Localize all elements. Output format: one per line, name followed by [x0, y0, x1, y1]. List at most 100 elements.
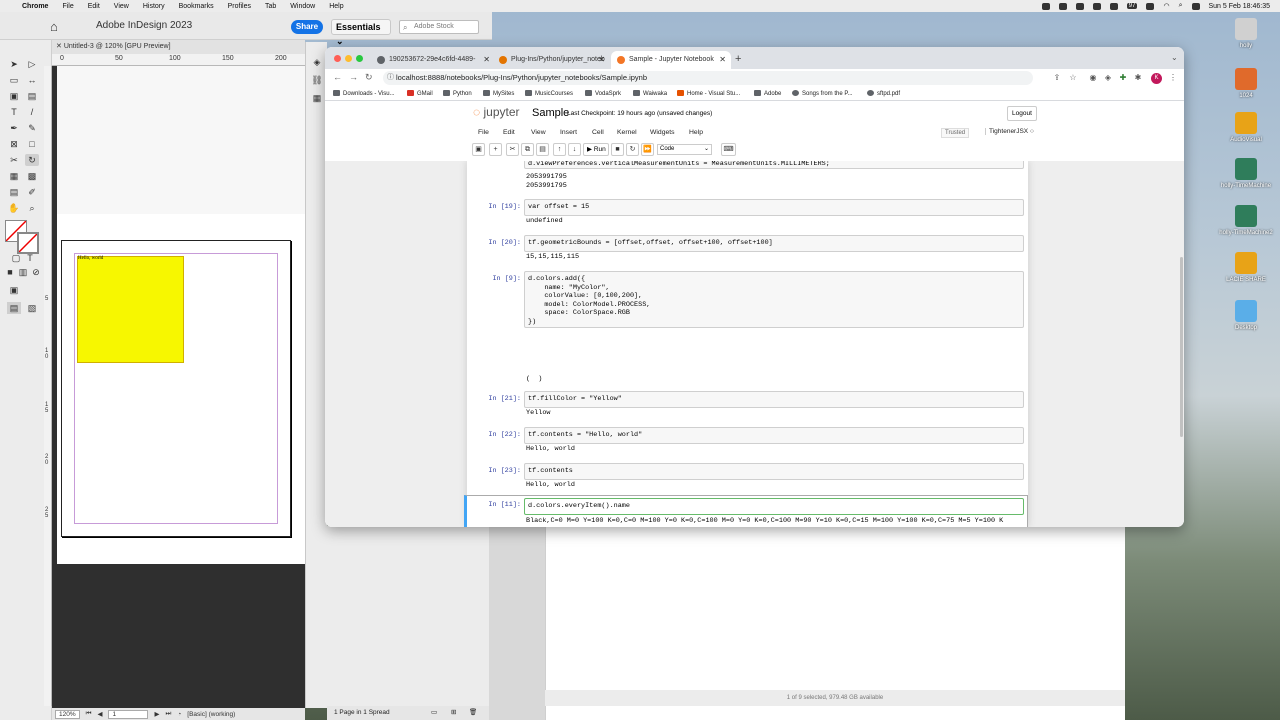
pen-tool-icon[interactable]: ✒: [7, 122, 21, 134]
close-icon[interactable]: ✕: [598, 51, 605, 69]
yellow-text-frame[interactable]: [77, 256, 184, 363]
bookmark-item[interactable]: Waiwaka: [633, 90, 667, 97]
status-icon[interactable]: [1146, 2, 1155, 10]
reload-icon[interactable]: ↻: [365, 72, 373, 83]
cell-input[interactable]: tf.contents = "Hello, world": [524, 427, 1024, 444]
chrome-tab[interactable]: Plug-Ins/Python/jupyter_noteb ✕: [493, 51, 610, 69]
cell-input[interactable]: var offset = 15: [524, 199, 1024, 216]
desktop-icon-1024[interactable]: 1024: [1216, 68, 1276, 99]
bookmark-item[interactable]: Songs from the P...: [792, 90, 853, 97]
notebook-name[interactable]: Sample: [532, 107, 569, 119]
code-cell[interactable]: In [20]: tf.geometricBounds = [offset,of…: [467, 235, 1028, 265]
status-icon[interactable]: [1041, 2, 1050, 10]
notebook-container[interactable]: d.viewPreferences.verticalMeasurementUni…: [325, 161, 1184, 527]
close-icon[interactable]: ✕: [483, 51, 490, 69]
cell-input[interactable]: d.viewPreferences.verticalMeasurementUni…: [524, 161, 1024, 169]
desktop-icon-desktop[interactable]: Desktop: [1216, 300, 1276, 331]
menu-widgets[interactable]: Widgets: [650, 129, 675, 136]
extension-icon[interactable]: ◉: [1088, 73, 1098, 83]
logout-button[interactable]: Logout: [1007, 106, 1037, 121]
menu-file[interactable]: File: [62, 3, 73, 10]
menu-view[interactable]: View: [531, 129, 546, 136]
zoom-field[interactable]: 120%: [55, 709, 80, 719]
bookmark-item[interactable]: Home - Visual Stu...: [677, 90, 740, 97]
normal-view-icon[interactable]: ▤: [7, 302, 21, 314]
code-cell[interactable]: In [23]: tf.contents Hello, world: [467, 463, 1028, 493]
run-button[interactable]: ▶ Run: [583, 143, 609, 156]
edit-page-size-icon[interactable]: ▭: [431, 706, 437, 720]
desktop-icon-lacie[interactable]: LACIE SHARE: [1216, 252, 1276, 283]
stock-search-input[interactable]: ⌕ Adobe Stock: [399, 20, 479, 34]
chrome-tab-active[interactable]: Sample - Jupyter Notebook ✕: [611, 51, 731, 69]
jupyter-logo[interactable]: ◌ jupyter: [473, 105, 520, 119]
scrollbar-thumb[interactable]: [1180, 257, 1183, 437]
bookmark-item[interactable]: Python: [443, 90, 472, 97]
free-transform-tool-icon[interactable]: ↻: [25, 154, 39, 166]
menu-edit[interactable]: Edit: [503, 129, 515, 136]
menu-help[interactable]: Help: [329, 3, 343, 10]
desktop-icon-timemachine2[interactable]: holly-TimeMachine2: [1216, 205, 1276, 236]
insert-cell-icon[interactable]: +: [489, 143, 502, 156]
type-tool-icon[interactable]: T: [7, 106, 21, 118]
cell-input[interactable]: d.colors.everyItem().name: [524, 498, 1024, 515]
chrome-tab[interactable]: 190253672-29e4c6fd-4489- ✕: [371, 51, 495, 69]
wifi-icon[interactable]: ◠: [1163, 2, 1169, 10]
close-window-button[interactable]: [334, 55, 341, 62]
paste-icon[interactable]: ▤: [536, 143, 549, 156]
status-icon[interactable]: [1075, 2, 1084, 10]
gradient-feather-tool-icon[interactable]: ▩: [25, 170, 39, 182]
back-icon[interactable]: ←: [333, 72, 342, 82]
apply-gradient-icon[interactable]: ▥: [16, 266, 30, 278]
share-icon[interactable]: ⇪: [1052, 73, 1062, 83]
document-tab[interactable]: ✕ Untitled-3 @ 120% [GPU Preview]: [52, 40, 305, 54]
bookmark-item[interactable]: MusicCourses: [525, 90, 573, 97]
interrupt-icon[interactable]: ■: [611, 143, 624, 156]
menubar-clock[interactable]: Sun 5 Feb 18:46:35: [1209, 3, 1271, 10]
menu-kernel[interactable]: Kernel: [617, 129, 637, 136]
kernel-indicator[interactable]: TightenerJSX ○: [985, 128, 1034, 135]
code-cell[interactable]: In [21]: tf.fillColor = "Yellow" Yellow: [467, 391, 1028, 421]
direct-selection-tool-icon[interactable]: ▷: [25, 58, 39, 70]
bookmark-item[interactable]: MySites: [483, 90, 514, 97]
home-icon[interactable]: ⌂: [50, 19, 58, 34]
menu-file[interactable]: File: [478, 129, 489, 136]
pencil-tool-icon[interactable]: ✎: [25, 122, 39, 134]
menu-profiles[interactable]: Profiles: [228, 3, 251, 10]
frame-text[interactable]: Hello, world: [78, 256, 103, 261]
cell-input[interactable]: tf.geometricBounds = [offset,offset, off…: [524, 235, 1024, 252]
menu-tab[interactable]: Tab: [265, 3, 276, 10]
bookmark-item[interactable]: Adobe: [754, 90, 781, 97]
selection-tool-icon[interactable]: ➤: [7, 58, 21, 70]
cell-type-select[interactable]: Code ⌄: [657, 144, 712, 155]
bookmark-item[interactable]: Downloads - Visu...: [333, 90, 395, 97]
layers-panel-icon[interactable]: ◈: [310, 56, 324, 68]
info-icon[interactable]: ⓘ: [387, 71, 394, 85]
search-icon[interactable]: ⌕: [1179, 2, 1183, 10]
cell-input[interactable]: tf.contents: [524, 463, 1024, 480]
profile-avatar[interactable]: K: [1151, 73, 1162, 84]
cell-input[interactable]: tf.fillColor = "Yellow": [524, 391, 1024, 408]
note-tool-icon[interactable]: ▤: [7, 186, 21, 198]
code-cell[interactable]: In [9]: d.colors.add({ name: "MyColor", …: [467, 271, 1028, 387]
menu-insert[interactable]: Insert: [560, 129, 577, 136]
code-cell[interactable]: d.viewPreferences.verticalMeasurementUni…: [467, 161, 1028, 190]
preview-mode-icon[interactable]: ▧: [25, 302, 39, 314]
menu-bookmarks[interactable]: Bookmarks: [179, 3, 214, 10]
desktop-icon-timemachine[interactable]: holly-TimeMachine: [1216, 158, 1276, 189]
content-collector-icon[interactable]: ▣: [7, 90, 21, 102]
bookmark-item[interactable]: GMail: [407, 90, 433, 97]
formatting-text-icon[interactable]: T: [23, 252, 37, 264]
eyedropper-tool-icon[interactable]: ✐: [25, 186, 39, 198]
line-tool-icon[interactable]: /: [25, 106, 39, 118]
menu-edit[interactable]: Edit: [88, 3, 100, 10]
menu-help[interactable]: Help: [689, 129, 703, 136]
save-icon[interactable]: ▣: [472, 143, 485, 156]
first-page-icon[interactable]: ⏮: [86, 710, 92, 718]
rectangle-tool-icon[interactable]: □: [25, 138, 39, 150]
next-page-icon[interactable]: ▶: [154, 710, 159, 718]
links-panel-icon[interactable]: ⛓: [310, 74, 324, 86]
code-cell[interactable]: In [19]: var offset = 15 undefined: [467, 199, 1028, 229]
hand-tool-icon[interactable]: ✋: [7, 202, 21, 214]
bookmark-item[interactable]: sftpd.pdf: [867, 90, 900, 97]
apply-color-icon[interactable]: ■: [3, 266, 17, 278]
